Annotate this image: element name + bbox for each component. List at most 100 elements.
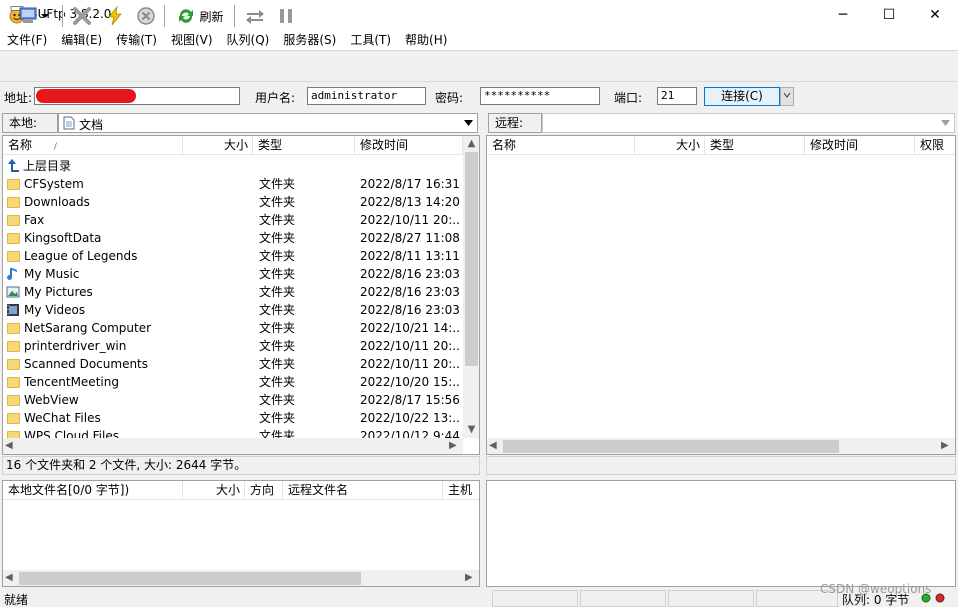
log-panel[interactable]	[486, 480, 956, 587]
file-type: 文件夹	[259, 321, 296, 335]
list-item[interactable]: Downloads 文件夹 2022/8/13 14:20	[3, 193, 463, 211]
scroll-right-icon[interactable]: ▶	[941, 440, 949, 451]
folder-icon	[7, 431, 20, 438]
remote-col-modified-header[interactable]: 修改时间	[805, 136, 915, 155]
remote-horizontal-scrollbar[interactable]: ◀ ▶	[487, 438, 955, 454]
file-type: 文件夹	[259, 357, 296, 371]
menu-transfer[interactable]: 传输(T)	[109, 30, 164, 50]
local-horizontal-scrollbar[interactable]: ◀ ▶	[3, 438, 463, 454]
col-size-header[interactable]: 大小	[183, 136, 253, 155]
remote-col-name-header[interactable]: 名称	[487, 136, 635, 155]
close-button[interactable]: ✕	[912, 0, 958, 30]
scroll-right-icon[interactable]: ▶	[465, 572, 473, 583]
list-item[interactable]: League of Legends 文件夹 2022/8/11 13:11	[3, 247, 463, 265]
folder-icon	[7, 377, 20, 388]
remote-col-size-header[interactable]: 大小	[635, 136, 705, 155]
refresh-icon	[179, 9, 194, 23]
file-type: 文件夹	[259, 267, 296, 281]
col-name-header[interactable]: 名称 /	[3, 136, 183, 155]
menu-queue[interactable]: 队列(Q)	[220, 30, 277, 50]
file-type: 文件夹	[259, 375, 296, 389]
list-item[interactable]: WPS Cloud Files 文件夹 2022/10/12 9:44	[3, 427, 463, 438]
file-name: TencentMeeting	[24, 375, 119, 389]
local-list-header: 名称 / 大小 类型 修改时间	[3, 136, 463, 155]
status-led-green-icon	[921, 593, 931, 603]
list-item[interactable]: CFSystem 文件夹 2022/8/17 16:31	[3, 175, 463, 193]
scroll-left-icon[interactable]: ◀	[489, 440, 497, 451]
remote-path-combobox[interactable]	[542, 113, 955, 133]
password-input[interactable]: **********	[480, 87, 600, 105]
menu-help[interactable]: 帮助(H)	[398, 30, 454, 50]
scroll-right-icon[interactable]: ▶	[449, 440, 457, 451]
remote-col-permissions-header[interactable]: 权限	[915, 136, 955, 155]
col-modified-header[interactable]: 修改时间	[355, 136, 463, 155]
up-folder-icon	[8, 159, 19, 172]
queue-col-direction[interactable]: 方向	[245, 481, 283, 500]
file-type: 文件夹	[259, 429, 296, 438]
menu-edit[interactable]: 编辑(E)	[54, 30, 109, 50]
queue-horizontal-scrollbar[interactable]: ◀ ▶	[3, 570, 479, 586]
local-path-combobox[interactable]: 文档	[58, 113, 478, 133]
scroll-up-icon[interactable]: ▲	[463, 138, 479, 149]
port-input[interactable]: 21	[657, 87, 697, 105]
scroll-thumb[interactable]	[503, 440, 839, 453]
queue-col-host[interactable]: 主机	[443, 481, 479, 500]
list-item-parent[interactable]: 上层目录	[3, 157, 463, 175]
maximize-button[interactable]: ☐	[866, 0, 912, 30]
queue-col-size[interactable]: 大小	[183, 481, 245, 500]
scroll-down-icon[interactable]: ▼	[463, 424, 479, 435]
connect-dropdown-button[interactable]	[780, 87, 794, 106]
folder-icon	[7, 359, 20, 370]
scroll-left-icon[interactable]: ◀	[5, 572, 13, 583]
menu-server[interactable]: 服务器(S)	[276, 30, 343, 50]
list-item[interactable]: NetSarang Computer 文件夹 2022/10/21 14:...	[3, 319, 463, 337]
file-type: 文件夹	[259, 339, 296, 353]
list-item[interactable]: printerdriver_win 文件夹 2022/10/11 20:...	[3, 337, 463, 355]
site-manager-button[interactable]	[12, 4, 56, 28]
local-rows: 上层目录 CFSystem 文件夹 2022/8/17 16:31 Downloads…	[3, 157, 463, 438]
chevron-down-icon	[464, 120, 473, 126]
list-item[interactable]: Scanned Documents 文件夹 2022/10/11 20:...	[3, 355, 463, 373]
quick-connect-button[interactable]	[103, 4, 127, 28]
disconnect-button[interactable]	[70, 4, 94, 28]
col-type-header[interactable]: 类型	[253, 136, 355, 155]
refresh-button[interactable]: 刷新	[172, 4, 228, 28]
connect-button[interactable]: 连接(C)	[704, 87, 780, 106]
list-item[interactable]: Fax 文件夹 2022/10/11 20:...	[3, 211, 463, 229]
remote-file-list[interactable]: 名称 大小 类型 修改时间 权限 ◀ ▶	[486, 135, 956, 455]
local-file-list[interactable]: 名称 / 大小 类型 修改时间 上层目录 CFSystem 文件夹 2022/8/1…	[2, 135, 480, 455]
file-type: 文件夹	[259, 393, 296, 407]
remote-col-type-header[interactable]: 类型	[705, 136, 805, 155]
queue-col-local-file[interactable]: 本地文件名[0/0 字节])	[3, 481, 183, 500]
menu-tools[interactable]: 工具(T)	[343, 30, 398, 50]
list-item[interactable]: WeChat Files 文件夹 2022/10/22 13:...	[3, 409, 463, 427]
scroll-thumb[interactable]	[19, 572, 361, 585]
folder-icon	[7, 179, 20, 190]
username-input[interactable]: administrator	[307, 87, 426, 105]
list-item[interactable]: My Music 文件夹 2022/8/16 23:03	[3, 265, 463, 283]
sync-button[interactable]	[242, 4, 268, 28]
stop-button[interactable]	[134, 4, 158, 28]
scroll-thumb[interactable]	[465, 152, 478, 366]
queue-col-remote-file[interactable]: 远程文件名	[283, 481, 443, 500]
status-queue: 队列: 0 字节	[842, 593, 910, 607]
transfer-queue-list[interactable]: 本地文件名[0/0 字节]) 大小 方向 远程文件名 主机 ◀ ▶	[2, 480, 480, 587]
list-item[interactable]: TencentMeeting 文件夹 2022/10/20 15:...	[3, 373, 463, 391]
list-item[interactable]: My Pictures 文件夹 2022/8/16 23:03	[3, 283, 463, 301]
file-modified: 2022/10/11 20:...	[360, 213, 460, 227]
menu-file[interactable]: 文件(F)	[0, 30, 54, 50]
menu-view[interactable]: 视图(V)	[164, 30, 220, 50]
document-icon	[63, 116, 75, 130]
scroll-left-icon[interactable]: ◀	[5, 440, 13, 451]
refresh-label: 刷新	[199, 9, 224, 24]
list-item[interactable]: My Videos 文件夹 2022/8/16 23:03	[3, 301, 463, 319]
pause-button[interactable]	[274, 4, 298, 28]
list-item[interactable]: WebView 文件夹 2022/8/17 15:56	[3, 391, 463, 409]
list-item[interactable]: KingsoftData 文件夹 2022/8/27 11:08	[3, 229, 463, 247]
minimize-button[interactable]: ─	[820, 0, 866, 30]
folder-icon	[7, 395, 20, 406]
chevron-down-icon	[941, 120, 950, 126]
remote-path-label: 远程:	[488, 113, 542, 133]
local-vertical-scrollbar[interactable]: ▲ ▼	[463, 136, 479, 438]
redaction-mark	[36, 89, 136, 103]
